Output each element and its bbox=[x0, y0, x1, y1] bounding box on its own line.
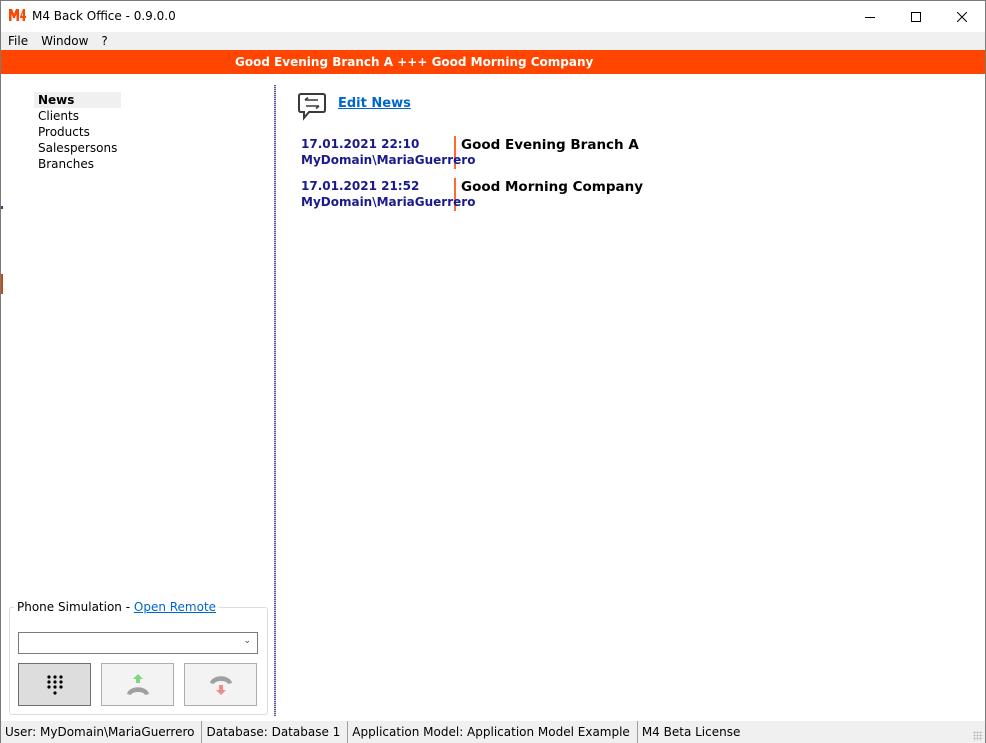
app-logo-icon bbox=[9, 9, 26, 21]
phone-accept-icon bbox=[126, 673, 149, 695]
sidebar-item-news[interactable]: News bbox=[34, 92, 122, 108]
status-application-model: Application Model: Application Model Exa… bbox=[348, 721, 638, 743]
chat-swap-icon[interactable] bbox=[297, 91, 327, 121]
news-list: 17.01.2021 22:10 MyDomain\MariaGuerrero … bbox=[301, 136, 643, 220]
status-database: Database: Database 1 bbox=[202, 721, 349, 743]
news-panel: Edit News 17.01.2021 22:10 MyDomain\Mari… bbox=[277, 74, 985, 718]
edge-mark bbox=[1, 206, 3, 209]
phone-number-select[interactable]: ⌄ bbox=[18, 632, 258, 654]
menu-bar: File Window ? bbox=[1, 32, 985, 50]
phone-simulation-legend: Phone Simulation - Open Remote bbox=[14, 600, 220, 614]
edge-mark bbox=[1, 274, 3, 294]
open-remote-link[interactable]: Open Remote bbox=[134, 600, 216, 614]
menu-help[interactable]: ? bbox=[94, 32, 113, 50]
menu-window[interactable]: Window bbox=[34, 32, 94, 50]
maximize-button[interactable] bbox=[893, 1, 939, 32]
news-item: 17.01.2021 21:52 MyDomain\MariaGuerrero … bbox=[301, 178, 643, 211]
news-text: Good Evening Branch A bbox=[461, 137, 639, 153]
maximize-icon bbox=[911, 11, 921, 22]
title-bar[interactable]: M4 Back Office - 0.9.0.0 bbox=[1, 1, 985, 32]
dialpad-icon bbox=[46, 674, 63, 695]
sidebar-item-branches[interactable]: Branches bbox=[34, 156, 121, 172]
hang-up-button[interactable] bbox=[184, 663, 257, 706]
app-window: M4 Back Office - 0.9.0.0 File Window ? G… bbox=[0, 0, 986, 743]
phone-simulation-label: Phone Simulation - bbox=[17, 600, 134, 614]
close-icon bbox=[957, 11, 967, 22]
news-ticker-banner: Good Evening Branch A +++ Good Morning C… bbox=[1, 50, 985, 74]
window-title: M4 Back Office - 0.9.0.0 bbox=[32, 9, 176, 23]
status-license: M4 Beta License bbox=[641, 725, 741, 739]
sidebar-item-clients[interactable]: Clients bbox=[34, 108, 121, 124]
minimize-button[interactable] bbox=[847, 1, 893, 32]
edit-news-link[interactable]: Edit News bbox=[338, 96, 411, 111]
resize-grip[interactable] bbox=[973, 731, 983, 741]
status-user: User: MyDomain\MariaGuerrero bbox=[1, 721, 203, 743]
dialpad-button[interactable] bbox=[18, 663, 91, 706]
splitter[interactable] bbox=[274, 85, 276, 716]
news-timestamp: 17.01.2021 22:10 bbox=[301, 137, 420, 151]
news-item: 17.01.2021 22:10 MyDomain\MariaGuerrero … bbox=[301, 136, 643, 169]
banner-text: Good Evening Branch A +++ Good Morning C… bbox=[235, 55, 594, 69]
sidebar-nav: News Clients Products Salespersons Branc… bbox=[34, 92, 122, 172]
phone-hangup-icon bbox=[209, 675, 232, 695]
close-button[interactable] bbox=[939, 1, 985, 32]
phone-simulation-group: Phone Simulation - Open Remote ⌄ bbox=[9, 600, 268, 715]
sidebar-item-products[interactable]: Products bbox=[34, 124, 121, 140]
status-bar: User: MyDomain\MariaGuerrero Database: D… bbox=[1, 721, 985, 743]
news-meta: 17.01.2021 22:10 MyDomain\MariaGuerrero bbox=[301, 136, 476, 169]
sidebar-item-salespersons[interactable]: Salespersons bbox=[34, 140, 121, 156]
news-author: MyDomain\MariaGuerrero bbox=[301, 195, 476, 209]
accept-call-button[interactable] bbox=[101, 663, 174, 706]
news-meta: 17.01.2021 21:52 MyDomain\MariaGuerrero bbox=[301, 178, 476, 211]
news-text: Good Morning Company bbox=[461, 179, 644, 195]
news-author: MyDomain\MariaGuerrero bbox=[301, 153, 476, 167]
news-timestamp: 17.01.2021 21:52 bbox=[301, 179, 420, 193]
minimize-icon bbox=[865, 16, 875, 18]
chevron-down-icon: ⌄ bbox=[243, 636, 251, 646]
menu-file[interactable]: File bbox=[1, 32, 34, 50]
